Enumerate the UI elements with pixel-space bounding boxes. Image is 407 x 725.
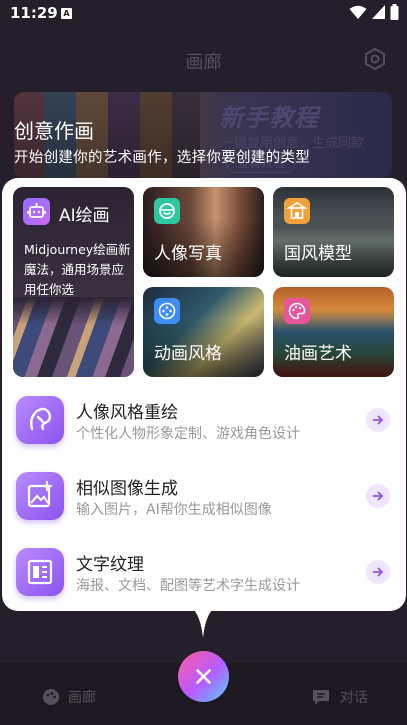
card-oil[interactable]: 油画艺术 [273, 287, 394, 377]
smile-icon [154, 198, 180, 224]
tab-gallery[interactable]: 画廊 [42, 687, 96, 707]
list-item-description: 个性化人物形象定制、游戏角色设计 [76, 426, 300, 442]
tab-chat[interactable]: 对话 [312, 687, 368, 707]
card-title: 人像写真 [154, 244, 222, 264]
list-item-title: 文字纹理 [76, 555, 144, 575]
image-plus-icon [16, 472, 64, 520]
tab-chat-label: 对话 [340, 690, 368, 706]
ai-painting-card[interactable]: AI绘画 Midjourney绘画新魔法，通用场景应用任你选 [13, 187, 134, 377]
list-item-description: 海报、文档、配图等艺术字生成设计 [76, 578, 300, 594]
status-time: 11:29 [10, 4, 58, 22]
card-guofeng[interactable]: 国风模型 [273, 187, 394, 277]
battery-icon [390, 4, 399, 20]
list-item-similar-image[interactable]: 相似图像生成 输入图片，AI帮你生成相似图像 [0, 472, 404, 544]
hexagon-settings-icon[interactable] [364, 48, 386, 70]
palette-icon [284, 298, 310, 324]
chat-icon [313, 690, 329, 705]
arrow-right-icon[interactable] [366, 408, 390, 432]
card-title: 国风模型 [284, 244, 352, 264]
banner-promo-title: 新手教程 [219, 104, 319, 132]
tab-gallery-label: 画廊 [68, 690, 96, 706]
create-title: 创意作画 [14, 119, 94, 143]
list-item-style-redraw[interactable]: 人像风格重绘 个性化人物形象定制、游戏角色设计 [0, 396, 404, 468]
list-item-title: 人像风格重绘 [76, 403, 178, 423]
notification-icon: A [61, 8, 72, 19]
list-item-text-texture[interactable]: 文字纹理 海报、文档、配图等艺术字生成设计 [0, 548, 404, 620]
pavilion-icon [284, 198, 310, 224]
page-title: 画廊 [185, 52, 222, 73]
close-icon [196, 669, 211, 684]
text-layout-icon [16, 548, 64, 596]
close-button[interactable] [178, 651, 229, 702]
card-title: 动画风格 [154, 344, 222, 364]
create-subtitle: 开始创建你的艺术画作，选择你要创建的类型 [14, 150, 310, 166]
list-item-title: 相似图像生成 [76, 479, 178, 499]
gamepad-icon [154, 298, 180, 324]
list-item-description: 输入图片，AI帮你生成相似图像 [76, 502, 272, 518]
ai-card-description: Midjourney绘画新魔法，通用场景应用任你选 [24, 242, 131, 297]
robot-icon [23, 198, 50, 225]
arrow-right-icon[interactable] [366, 560, 390, 584]
signal-icon [372, 5, 385, 19]
wifi-icon [349, 5, 367, 19]
card-title: 油画艺术 [284, 344, 352, 364]
status-icons [349, 4, 399, 20]
arrow-right-icon[interactable] [366, 484, 390, 508]
card-anime[interactable]: 动画风格 [143, 287, 264, 377]
card-portrait[interactable]: 人像写真 [143, 187, 264, 277]
portrait-brush-icon [16, 396, 64, 444]
ai-card-title: AI绘画 [59, 206, 110, 226]
palette-tab-icon [43, 689, 59, 705]
status-bar: 11:29 A [0, 0, 407, 28]
ai-card-collage [13, 297, 134, 377]
